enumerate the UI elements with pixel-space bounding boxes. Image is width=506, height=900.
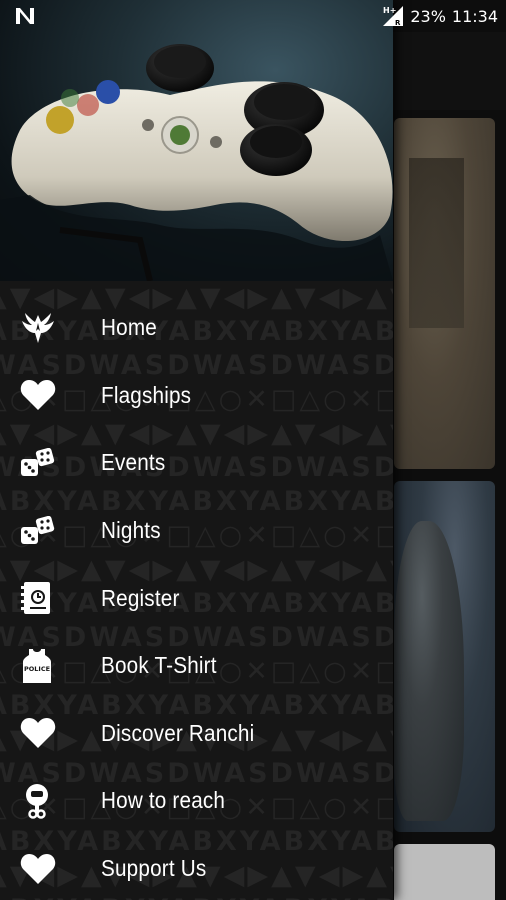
network-type-label: H+ [383, 6, 396, 15]
menu-item-register[interactable]: Register [0, 564, 393, 632]
status-bar: H+ R 23% 11:34 [0, 0, 506, 32]
location-pin-icon [0, 783, 101, 819]
menu-item-flagships[interactable]: Flagships [0, 362, 393, 430]
menu-label-flagships: Flagships [101, 381, 192, 408]
menu-label-support-us: Support Us [101, 855, 207, 882]
battery-level: 23% [410, 6, 446, 26]
menu-label-book-tshirt: Book T-Shirt [101, 652, 217, 679]
clock: 11:34 [451, 6, 498, 26]
menu-item-support-us[interactable]: Support Us [0, 835, 393, 900]
register-book-icon [0, 581, 101, 615]
dice-icon [0, 447, 101, 478]
menu-label-home: Home [101, 314, 157, 341]
drawer-header-image [0, 0, 393, 281]
menu-item-nights[interactable]: Nights [0, 497, 393, 565]
notification-n-icon [16, 8, 34, 24]
phoenix-logo-icon [0, 311, 101, 345]
menu-item-discover-ranchi[interactable]: Discover Ranchi [0, 700, 393, 768]
roaming-label: R [395, 19, 401, 27]
content-card-game-art[interactable] [394, 118, 495, 469]
menu-item-events[interactable]: Events [0, 429, 393, 497]
game-controller-image [0, 44, 393, 281]
menu-label-discover-ranchi: Discover Ranchi [101, 719, 255, 746]
menu-label-register: Register [101, 584, 180, 611]
menu-item-how-to-reach[interactable]: How to reach [0, 767, 393, 835]
tshirt-text: POLICE [24, 665, 50, 673]
menu-item-book-tshirt[interactable]: POLICE Book T-Shirt [0, 632, 393, 700]
menu-item-home[interactable]: Home [0, 294, 393, 362]
content-card[interactable] [394, 844, 495, 900]
tshirt-police-icon: POLICE [0, 648, 101, 684]
drawer-menu-area: ▲▼◀▶▲▼◀▶▲▼◀▶▲▼◀▶▲▼◀▶▲▼ABXYABXYABXYABXYAB… [0, 281, 393, 900]
navigation-drawer[interactable]: ▲▼◀▶▲▼◀▶▲▼◀▶▲▼◀▶▲▼◀▶▲▼ABXYABXYABXYABXYAB… [0, 0, 393, 900]
dice-icon [0, 515, 101, 546]
menu-label-events: Events [101, 449, 166, 476]
drawer-menu: Home Flagships Events Nights Register PO… [0, 281, 393, 900]
content-card-halo-art[interactable] [394, 481, 495, 832]
menu-label-nights: Nights [101, 517, 161, 544]
menu-label-how-to-reach: How to reach [101, 787, 226, 814]
heart-icon [0, 717, 101, 749]
heart-icon [0, 853, 101, 885]
signal-icon: H+ R [383, 6, 404, 27]
heart-icon [0, 379, 101, 411]
